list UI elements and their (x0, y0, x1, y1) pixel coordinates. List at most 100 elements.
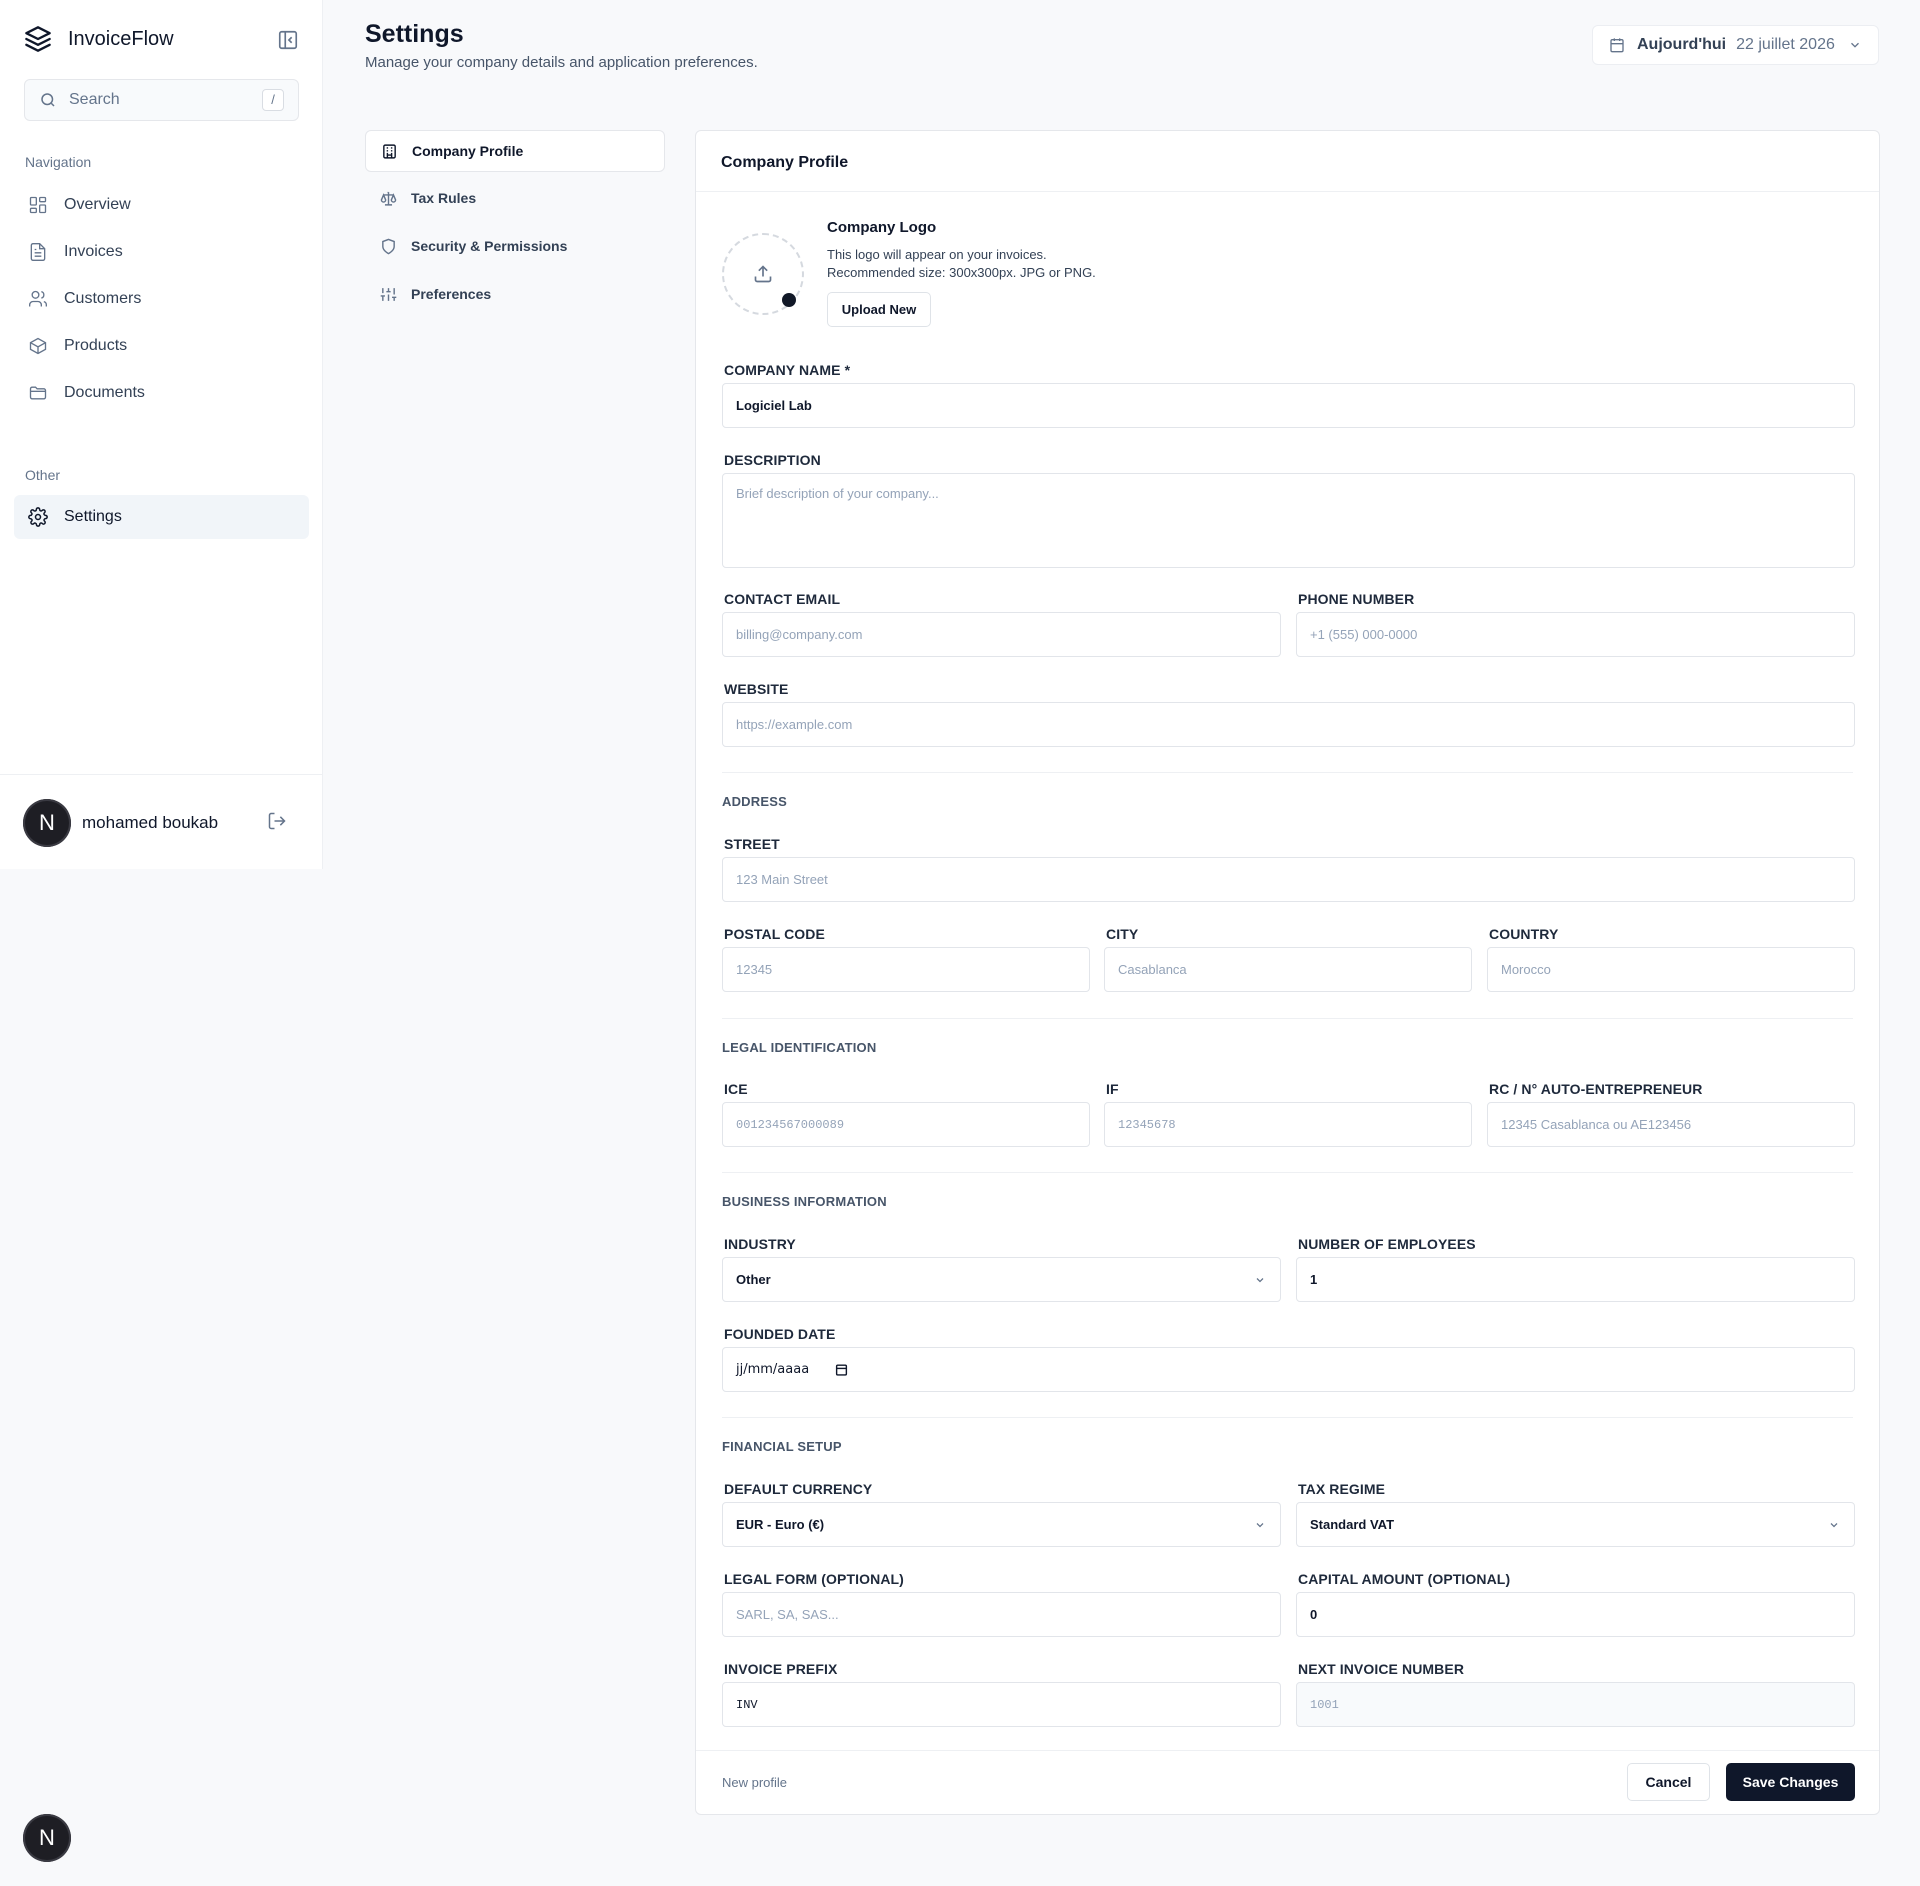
sidebar: InvoiceFlow Search / Navigation Overview… (0, 0, 323, 869)
street-label: STREET (724, 836, 780, 852)
sidebar-item-customers[interactable]: Customers (14, 277, 309, 321)
city-input[interactable]: Casablanca (1104, 947, 1472, 992)
founded-date-label: FOUNDED DATE (724, 1326, 836, 1342)
ice-input[interactable]: 001234567000089 (722, 1102, 1090, 1147)
search-placeholder: Search (69, 91, 120, 108)
website-input[interactable]: https://example.com (722, 702, 1855, 747)
employees-label: NUMBER OF EMPLOYEES (1298, 1236, 1476, 1252)
industry-select[interactable]: Other (722, 1257, 1281, 1302)
logo-upload-area[interactable] (722, 233, 804, 315)
rc-input[interactable]: 12345 Casablanca ou AE123456 (1487, 1102, 1855, 1147)
chevron-down-icon (1828, 1519, 1840, 1531)
calendar-icon[interactable] (835, 1363, 848, 1376)
file-icon (28, 242, 48, 262)
postal-code-label: POSTAL CODE (724, 926, 825, 942)
postal-code-input[interactable]: 12345 (722, 947, 1090, 992)
sidebar-item-products[interactable]: Products (14, 324, 309, 368)
founded-date-input[interactable]: jj/mm/aaaa (722, 1347, 1855, 1392)
chevron-down-icon (1254, 1519, 1266, 1531)
employees-input[interactable]: 1 (1296, 1257, 1855, 1302)
sidebar-collapse-icon[interactable] (277, 29, 299, 51)
if-label: IF (1106, 1081, 1119, 1097)
save-button[interactable]: Save Changes (1726, 1763, 1855, 1801)
legal-form-input[interactable]: SARL, SA, SAS... (722, 1592, 1281, 1637)
layers-logo-icon (24, 25, 52, 53)
calendar-icon (1609, 37, 1625, 53)
date-picker[interactable]: Aujourd'hui 22 juillet 2026 (1592, 25, 1879, 65)
currency-select[interactable]: EUR - Euro (€) (722, 1502, 1281, 1547)
country-label: COUNTRY (1489, 926, 1559, 942)
sidebar-item-label: Overview (64, 196, 131, 213)
phone-input[interactable]: +1 (555) 000-0000 (1296, 612, 1855, 657)
tax-regime-value: Standard VAT (1310, 1517, 1395, 1532)
card-footer: New profile Cancel Save Changes (696, 1750, 1879, 1814)
chevron-down-icon (1254, 1274, 1266, 1286)
nav-section-label: Navigation (25, 154, 92, 170)
tab-label: Security & Permissions (411, 238, 568, 254)
users-icon (28, 289, 48, 309)
currency-value: EUR - Euro (€) (736, 1517, 825, 1532)
company-profile-card: Company Profile Company Logo This logo w… (695, 130, 1880, 1815)
city-label: CITY (1106, 926, 1139, 942)
tab-label: Company Profile (412, 143, 524, 159)
tab-security-permissions[interactable]: Security & Permissions (365, 225, 665, 267)
grid-icon (28, 195, 48, 215)
brand[interactable]: InvoiceFlow (24, 25, 174, 53)
phone-label: PHONE NUMBER (1298, 591, 1415, 607)
cancel-button[interactable]: Cancel (1627, 1763, 1710, 1801)
sidebar-item-overview[interactable]: Overview (14, 183, 309, 227)
industry-label: INDUSTRY (724, 1236, 796, 1252)
invoice-prefix-input[interactable]: INV (722, 1682, 1281, 1727)
floating-avatar[interactable]: N (23, 1814, 71, 1862)
gear-icon (28, 507, 48, 527)
search-shortcut: / (262, 89, 284, 111)
country-input[interactable]: Morocco (1487, 947, 1855, 992)
legal-section-title: LEGAL IDENTIFICATION (722, 1040, 877, 1055)
next-invoice-number-input: 1001 (1296, 1682, 1855, 1727)
avatar[interactable]: N (23, 799, 71, 847)
search-input[interactable]: Search / (24, 79, 299, 121)
sidebar-item-label: Products (64, 337, 128, 354)
app-name: InvoiceFlow (68, 27, 174, 50)
contact-email-input[interactable]: billing@company.com (722, 612, 1281, 657)
upload-new-button[interactable]: Upload New (827, 292, 931, 327)
legal-form-label: LEGAL FORM (OPTIONAL) (724, 1571, 904, 1587)
capital-input[interactable]: 0 (1296, 1592, 1855, 1637)
tax-regime-label: TAX REGIME (1298, 1481, 1386, 1497)
folder-icon (28, 383, 48, 403)
currency-label: DEFAULT CURRENCY (724, 1481, 873, 1497)
company-name-input[interactable]: Logiciel Lab (722, 383, 1855, 428)
sidebar-item-documents[interactable]: Documents (14, 371, 309, 415)
tab-preferences[interactable]: Preferences (365, 273, 665, 315)
invoice-prefix-label: INVOICE PREFIX (724, 1661, 838, 1677)
street-input[interactable]: 123 Main Street (722, 857, 1855, 902)
founded-date-value: jj/mm/aaaa (736, 1362, 810, 1377)
scale-icon (380, 190, 397, 207)
rc-label: RC / N° AUTO-ENTREPRENEUR (1489, 1081, 1703, 1097)
date-label: Aujourd'hui (1637, 36, 1727, 53)
sidebar-item-invoices[interactable]: Invoices (14, 230, 309, 274)
description-textarea[interactable]: Brief description of your company... (722, 473, 1855, 568)
user-panel: N mohamed boukab (0, 774, 323, 869)
divider (722, 772, 1853, 773)
sidebar-item-settings[interactable]: Settings (14, 495, 309, 539)
tax-regime-select[interactable]: Standard VAT (1296, 1502, 1855, 1547)
divider (722, 1417, 1853, 1418)
box-icon (28, 336, 48, 356)
if-input[interactable]: 12345678 (1104, 1102, 1472, 1147)
logout-icon[interactable] (267, 811, 287, 831)
tab-company-profile[interactable]: Company Profile (365, 130, 665, 172)
search-icon (39, 91, 57, 109)
next-invoice-number-label: NEXT INVOICE NUMBER (1298, 1661, 1465, 1677)
financial-section-title: FINANCIAL SETUP (722, 1439, 842, 1454)
edit-badge-icon (782, 293, 796, 307)
shield-icon (380, 238, 397, 255)
sliders-icon (380, 286, 397, 303)
date-value: 22 juillet 2026 (1736, 36, 1835, 53)
business-section-title: BUSINESS INFORMATION (722, 1194, 887, 1209)
contact-email-label: CONTACT EMAIL (724, 591, 841, 607)
tab-tax-rules[interactable]: Tax Rules (365, 177, 665, 219)
logo-description: This logo will appear on your invoices. … (827, 246, 1227, 282)
logo-description-line: Recommended size: 300x300px. JPG or PNG. (827, 265, 1096, 280)
user-name: mohamed boukab (82, 813, 219, 832)
